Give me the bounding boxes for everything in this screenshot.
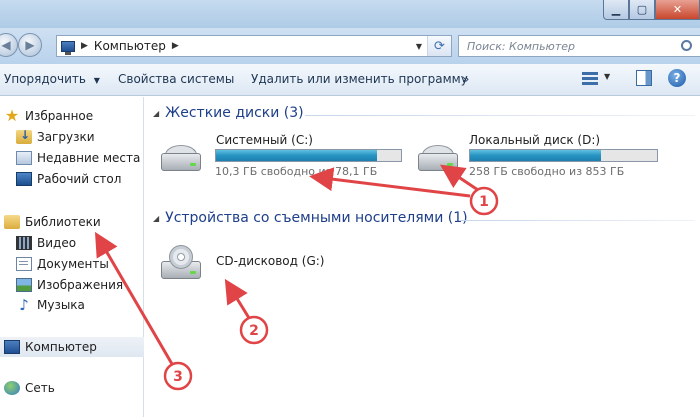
organize-button[interactable]: Упорядочить ▼: [4, 72, 100, 86]
sidebar-item-downloads[interactable]: Загрузки: [16, 127, 160, 147]
group-divider: [305, 115, 695, 116]
drive-usage-fill: [470, 150, 601, 161]
drive-usage-bar: [469, 149, 658, 162]
command-bar: Упорядочить ▼ Свойства системы Удалить и…: [0, 64, 700, 96]
computer-icon: [4, 340, 20, 354]
sidebar-item-label: Недавние места: [37, 151, 141, 165]
forward-button[interactable]: ▶: [18, 33, 42, 57]
back-button[interactable]: ◀: [0, 33, 18, 57]
search-placeholder: Поиск: Компьютер: [467, 39, 575, 53]
address-box[interactable]: ▶ Компьютер ▶ ▼ ⟳: [56, 35, 452, 57]
cd-drive-icon: [159, 245, 203, 283]
address-bar-row: ◀ ▶ ▶ Компьютер ▶ ▼ ⟳ Поиск: Компьютер: [0, 28, 700, 64]
network-icon: [4, 381, 20, 395]
sidebar-item-network[interactable]: Сеть: [4, 378, 148, 398]
sidebar-item-label: Библиотеки: [25, 215, 101, 229]
chevron-down-icon[interactable]: ▼: [604, 72, 610, 81]
sidebar-item-documents[interactable]: Документы: [16, 254, 160, 274]
group-divider: [460, 220, 695, 221]
group-header-label: Жесткие диски (3): [165, 105, 304, 121]
hard-drive-icon: [416, 141, 460, 175]
video-icon: [16, 236, 32, 250]
sidebar-item-label: Загрузки: [37, 130, 95, 144]
hard-drive-icon: [159, 141, 203, 175]
computer-icon: [61, 40, 75, 55]
change-view-icon[interactable]: [582, 72, 598, 86]
chevron-down-icon: ▼: [93, 76, 100, 85]
libraries-folder-icon: [4, 215, 20, 229]
sidebar-item-favorites[interactable]: ★ Избранное: [4, 106, 148, 126]
close-button[interactable]: ✕: [655, 0, 700, 20]
sidebar-item-label: Изображения: [37, 278, 124, 292]
more-commands-button[interactable]: »: [462, 72, 469, 86]
minimize-button[interactable]: ▁: [603, 0, 629, 20]
drive-usage-bar: [215, 149, 402, 162]
recent-places-icon: [16, 151, 32, 165]
maximize-button[interactable]: ▢: [629, 0, 655, 20]
search-icon[interactable]: [681, 40, 692, 51]
content-pane: ◢ Жесткие диски (3) Системный (C:) 10,3 …: [145, 97, 700, 417]
group-header-label: Устройства со съемными носителями (1): [165, 210, 468, 226]
sidebar-item-video[interactable]: Видео: [16, 233, 160, 253]
sidebar-item-label: Рабочий стол: [37, 172, 122, 186]
sidebar-item-pictures[interactable]: Изображения: [16, 275, 160, 295]
sidebar-item-label: Музыка: [37, 298, 85, 312]
group-header-hard-drives[interactable]: ◢ Жесткие диски (3): [153, 105, 304, 121]
title-bar: ▁ ▢ ✕: [0, 0, 700, 28]
collapse-triangle-icon[interactable]: ◢: [153, 109, 159, 118]
breadcrumb-arrow-icon[interactable]: ▶: [172, 41, 179, 51]
sidebar-item-recent-places[interactable]: Недавние места: [16, 148, 160, 168]
organize-label: Упорядочить: [4, 72, 86, 86]
breadcrumb-arrow-icon[interactable]: ▶: [81, 41, 88, 51]
uninstall-program-button[interactable]: Удалить или изменить программу: [251, 72, 468, 86]
collapse-triangle-icon[interactable]: ◢: [153, 214, 159, 223]
sidebar-item-label: Документы: [37, 257, 109, 271]
sidebar-item-computer[interactable]: Компьютер: [0, 337, 144, 357]
sidebar-item-libraries[interactable]: Библиотеки: [4, 212, 148, 232]
drive-name: Системный (C:): [216, 133, 313, 147]
desktop-icon: [16, 172, 32, 186]
documents-icon: [16, 257, 32, 271]
chevron-down-icon[interactable]: ▼: [413, 36, 425, 56]
preview-pane-icon[interactable]: [636, 70, 652, 86]
group-header-removable[interactable]: ◢ Устройства со съемными носителями (1): [153, 210, 468, 226]
drive-free-space: 258 ГБ свободно из 853 ГБ: [469, 165, 625, 178]
drive-name: Локальный диск (D:): [469, 133, 601, 147]
music-icon: ♪: [19, 296, 29, 314]
drive-usage-fill: [216, 150, 377, 161]
help-icon[interactable]: ?: [668, 69, 686, 87]
sidebar-item-label: Видео: [37, 236, 77, 250]
pictures-icon: [16, 278, 32, 292]
sidebar-item-desktop[interactable]: Рабочий стол: [16, 169, 160, 189]
system-properties-button[interactable]: Свойства системы: [118, 72, 234, 86]
sidebar-item-label: Сеть: [25, 381, 55, 395]
drive-name: CD-дисковод (G:): [216, 254, 325, 268]
sidebar-item-label: Избранное: [25, 109, 94, 123]
refresh-icon[interactable]: ⟳: [427, 36, 451, 56]
star-icon: ★: [4, 106, 20, 125]
breadcrumb-computer[interactable]: Компьютер: [94, 39, 166, 53]
sidebar-item-label: Компьютер: [25, 340, 97, 354]
drive-free-space: 10,3 ГБ свободно из 78,1 ГБ: [215, 165, 378, 178]
search-input[interactable]: Поиск: Компьютер: [458, 35, 700, 57]
navigation-pane: ★ Избранное Загрузки Недавние места Рабо…: [0, 97, 144, 417]
downloads-folder-icon: [16, 128, 32, 144]
sidebar-item-music[interactable]: ♪ Музыка: [16, 295, 160, 315]
